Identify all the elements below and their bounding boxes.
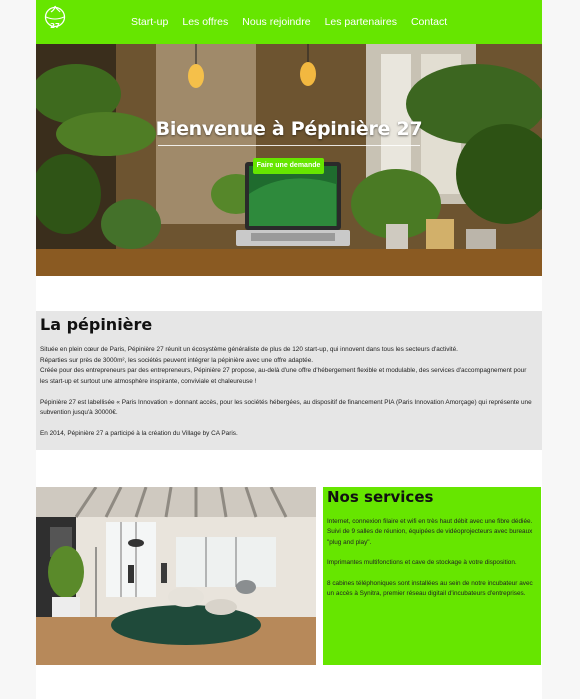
nav-contact[interactable]: Contact xyxy=(411,16,447,28)
nav-rejoindre[interactable]: Nous rejoindre xyxy=(242,16,310,28)
logo-icon[interactable]: 27 xyxy=(43,4,67,38)
services-title: Nos services xyxy=(327,488,434,506)
services-paragraph: Imprimantes multifonctions et cave de st… xyxy=(327,559,517,567)
nav-partenaires[interactable]: Les partenaires xyxy=(325,16,397,28)
top-navbar: 27 Start-up Les offres Nous rejoindre Le… xyxy=(36,0,542,44)
hero-banner: Bienvenue à Pépinière 27 Faire une deman… xyxy=(36,44,542,276)
pepiniere-section: La pépinière Située en plein cœur de Par… xyxy=(36,311,542,450)
main-menu: Start-up Les offres Nous rejoindre Les p… xyxy=(131,0,461,44)
pepiniere-title: La pépinière xyxy=(40,315,153,334)
pepiniere-paragraph: Réparties sur près de 3000m², les sociét… xyxy=(40,356,314,364)
pepiniere-text: Située en plein cœur de Paris, Pépinière… xyxy=(40,345,536,440)
pepiniere-paragraph: Pépinière 27 est labellisée « Paris Inno… xyxy=(40,398,532,417)
nav-startup[interactable]: Start-up xyxy=(131,16,168,28)
pepiniere-paragraph: Créée pour des entrepreneurs par des ent… xyxy=(40,367,527,385)
services-section: Nos services Internet, connexion filaire… xyxy=(323,487,541,665)
nav-offres[interactable]: Les offres xyxy=(182,16,228,28)
office-image xyxy=(36,487,316,665)
logo-text: 27 xyxy=(50,22,60,30)
services-paragraph: 8 cabines téléphoniques sont installées … xyxy=(327,580,533,598)
services-paragraph: Internet, connexion filaire et wifi en t… xyxy=(327,518,533,546)
hero-title: Bienvenue à Pépinière 27 xyxy=(155,118,423,140)
page: 27 Start-up Les offres Nous rejoindre Le… xyxy=(36,0,542,699)
hero-divider xyxy=(158,145,420,146)
pepiniere-paragraph: Située en plein cœur de Paris, Pépinière… xyxy=(40,346,458,353)
office-photo xyxy=(36,487,316,665)
pepiniere-paragraph: En 2014, Pépinière 27 a participé à la c… xyxy=(40,430,238,437)
request-button[interactable]: Faire une demande xyxy=(253,158,324,174)
services-text: Internet, connexion filaire et wifi en t… xyxy=(327,517,537,600)
